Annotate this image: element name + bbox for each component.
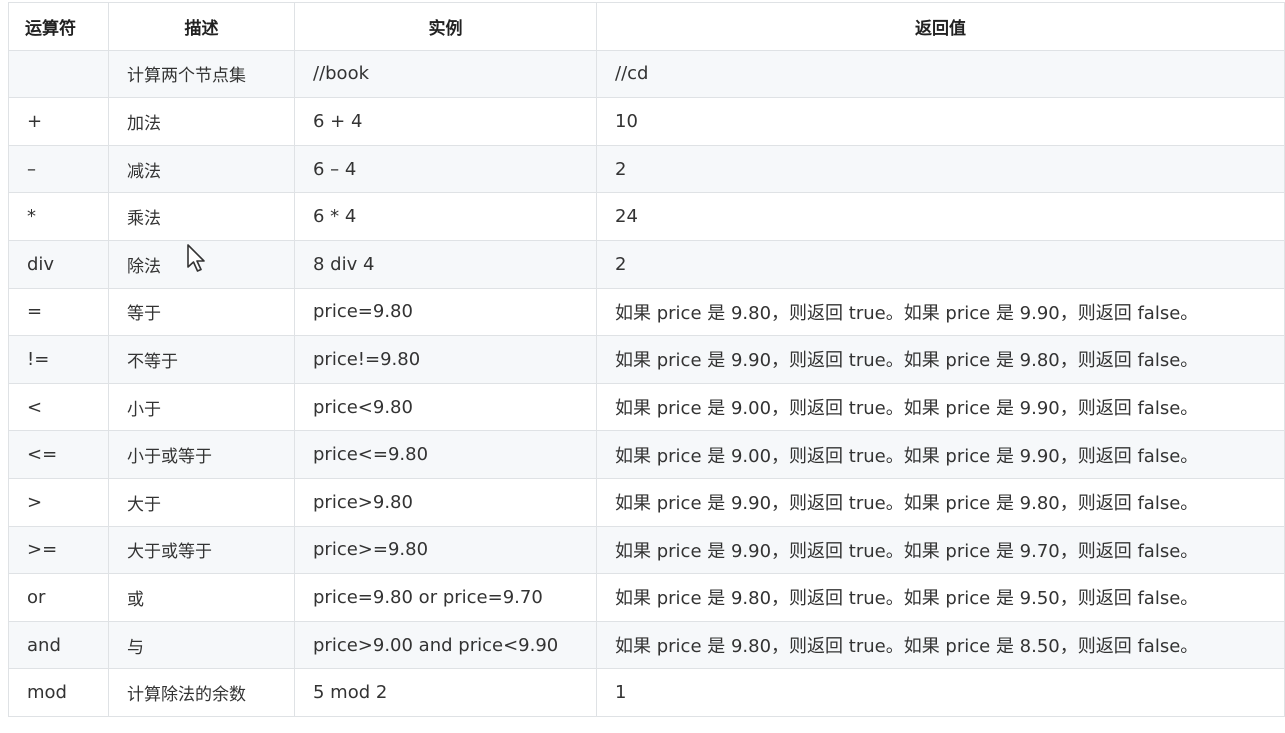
cell-return-value: 如果 price 是 9.90，则返回 true。如果 price 是 9.80… [596, 335, 1285, 384]
cell-return-value: 2 [596, 239, 1285, 289]
cell-description: 小于 [108, 382, 295, 432]
cell-example: 6 – 4 [294, 144, 597, 194]
cell-return-value: 如果 price 是 9.80，则返回 true。如果 price 是 9.90… [596, 287, 1285, 337]
cell-description: 计算除法的余数 [108, 668, 295, 717]
operators-table: 运算符 描述 实例 返回值 计算两个节点集//book//cd + 加法 6 + 41… [8, 2, 1285, 717]
cell-return-value: 如果 price 是 9.80，则返回 true。如果 price 是 9.50… [596, 573, 1285, 622]
cell-example: //book [294, 49, 597, 99]
header-row: 运算符 描述 实例 返回值 [8, 2, 1285, 51]
cell-example: 6 + 4 [294, 97, 597, 146]
cell-example: price<9.80 [294, 382, 597, 432]
table-row: + 加法 6 + 4 10 [8, 97, 1285, 146]
cell-description: 与 [108, 620, 295, 670]
cell-description: 大于或等于 [108, 525, 295, 575]
cell-operator: < [8, 382, 109, 432]
table-row: or 或 price=9.80 or price=9.70 如果 price 是 9.… [8, 573, 1285, 622]
cell-return-value: 10 [596, 97, 1285, 146]
header-example: 实例 [294, 2, 597, 51]
table-row: >= 大于或等于 price>=9.80 如果 price 是 9.90，则返回 tr… [8, 525, 1285, 575]
cell-operator: != [8, 335, 109, 384]
table-row: mod 计算除法的余数 5 mod 21 [8, 668, 1285, 717]
table-body: 计算两个节点集//book//cd + 加法 6 + 4 10– 减法 6 – 4 2 * 乘法 6… [8, 49, 1285, 717]
cell-operator: – [8, 144, 109, 194]
cell-operator: or [8, 573, 109, 622]
cell-operator: <= [8, 430, 109, 479]
table-row: 计算两个节点集//book//cd [8, 49, 1285, 99]
cell-operator: + [8, 97, 109, 146]
page: 运算符 描述 实例 返回值 计算两个节点集//book//cd + 加法 6 + 41… [0, 0, 1285, 733]
table-row: > 大于 price>9.80 如果 price 是 9.90，则返回 true。如果… [8, 477, 1285, 527]
table-header: 运算符 描述 实例 返回值 [8, 2, 1285, 51]
table-row: – 减法 6 – 42 [8, 144, 1285, 194]
cell-description: 小于或等于 [108, 430, 295, 479]
cell-return-value: 如果 price 是 9.90，则返回 true。如果 price 是 9.80… [596, 477, 1285, 527]
table-row: < 小于 price<9.80 如果 price 是 9.00，则返回 true。如果… [8, 382, 1285, 432]
cell-return-value: //cd [596, 49, 1285, 99]
cell-operator: and [8, 620, 109, 670]
table-row: <= 小于或等于 price<=9.80 如果 price 是 9.00，则返回 tr… [8, 430, 1285, 479]
cell-operator: * [8, 192, 109, 241]
cell-description: 减法 [108, 144, 295, 194]
cell-operator: >= [8, 525, 109, 575]
cell-description: 等于 [108, 287, 295, 337]
cell-return-value: 如果 price 是 9.00，则返回 true。如果 price 是 9.90… [596, 430, 1285, 479]
cell-return-value: 如果 price 是 9.90，则返回 true。如果 price 是 9.70… [596, 525, 1285, 575]
cell-description: 或 [108, 573, 295, 622]
cell-operator: mod [8, 668, 109, 717]
cell-return-value: 如果 price 是 9.00，则返回 true。如果 price 是 9.90… [596, 382, 1285, 432]
table-row: != 不等于 price!=9.80 如果 price 是 9.90，则返回 true… [8, 335, 1285, 384]
cell-description: 大于 [108, 477, 295, 527]
cell-example: 6 * 4 [294, 192, 597, 241]
table-row: = 等于 price=9.80 如果 price 是 9.80，则返回 true。如果… [8, 287, 1285, 337]
header-operator: 运算符 [8, 2, 109, 51]
cell-operator: = [8, 287, 109, 337]
table-row: and 与 price>9.00 and price<9.90 如果 price 是 … [8, 620, 1285, 670]
table-row: * 乘法 6 * 4 24 [8, 192, 1285, 241]
cell-example: 5 mod 2 [294, 668, 597, 717]
cell-return-value: 2 [596, 144, 1285, 194]
cell-example: price>9.00 and price<9.90 [294, 620, 597, 670]
header-return-value: 返回值 [596, 2, 1285, 51]
mouse-pointer-icon [187, 244, 205, 272]
cell-description: 计算两个节点集 [108, 49, 295, 99]
cell-return-value: 1 [596, 668, 1285, 717]
cell-operator: > [8, 477, 109, 527]
cell-return-value: 24 [596, 192, 1285, 241]
cell-description: 加法 [108, 97, 295, 146]
cell-return-value: 如果 price 是 9.80，则返回 true。如果 price 是 8.50… [596, 620, 1285, 670]
cell-example: price=9.80 [294, 287, 597, 337]
header-description: 描述 [108, 2, 295, 51]
cell-description: 乘法 [108, 192, 295, 241]
cell-example: price=9.80 or price=9.70 [294, 573, 597, 622]
cell-example: price>=9.80 [294, 525, 597, 575]
cell-example: price<=9.80 [294, 430, 597, 479]
cell-example: price>9.80 [294, 477, 597, 527]
cell-operator: div [8, 239, 109, 289]
cell-example: price!=9.80 [294, 335, 597, 384]
cell-description: 不等于 [108, 335, 295, 384]
cell-operator [8, 49, 109, 99]
cell-example: 8 div 4 [294, 239, 597, 289]
